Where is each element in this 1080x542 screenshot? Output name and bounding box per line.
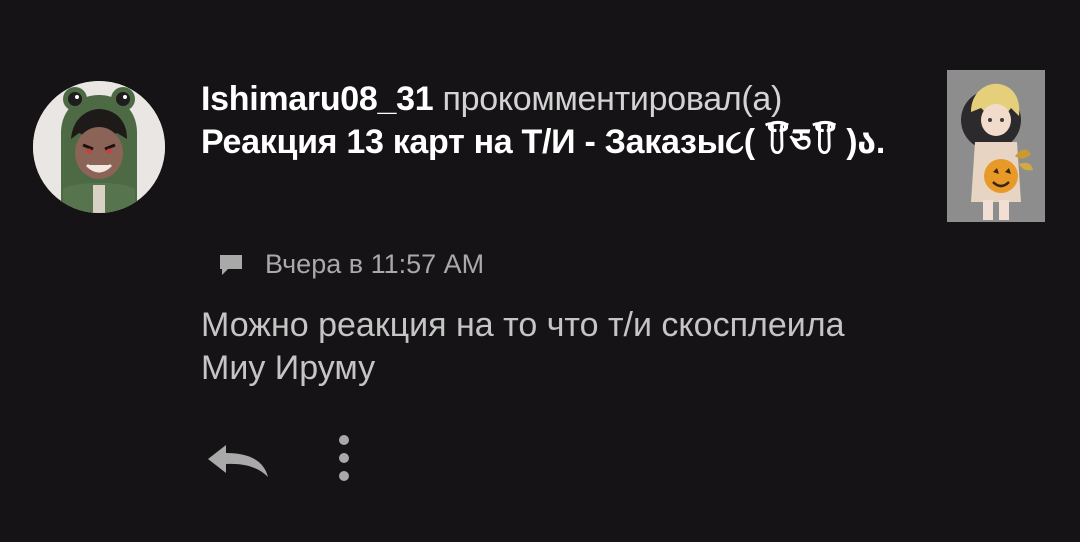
post-thumbnail[interactable] — [947, 70, 1045, 222]
reply-button[interactable] — [206, 443, 270, 479]
more-vertical-icon — [339, 435, 349, 481]
more-options-button[interactable] — [330, 432, 358, 484]
user-avatar[interactable] — [33, 81, 165, 213]
comment-text: Можно реакция на то что т/и скосплеила М… — [201, 306, 845, 387]
timestamp-row: Вчера в 11:57 AM — [217, 246, 484, 282]
notification-headline[interactable]: Ishimaru08_31 прокомментировал(а) Реакци… — [201, 78, 921, 164]
timestamp: Вчера в 11:57 AM — [265, 248, 485, 279]
action-text: прокомментировал(а) — [442, 80, 783, 118]
comment-notification[interactable]: Ishimaru08_31 прокомментировал(а) Реакци… — [0, 0, 1080, 542]
reply-arrow-icon — [208, 445, 268, 477]
username[interactable]: Ishimaru08_31 — [201, 80, 434, 118]
post-title[interactable]: Реакция 13 карт на Т/И - Заказы૮( ꒦ິཅ꒦ິ … — [201, 121, 921, 164]
comment-bubble-icon — [220, 255, 242, 275]
